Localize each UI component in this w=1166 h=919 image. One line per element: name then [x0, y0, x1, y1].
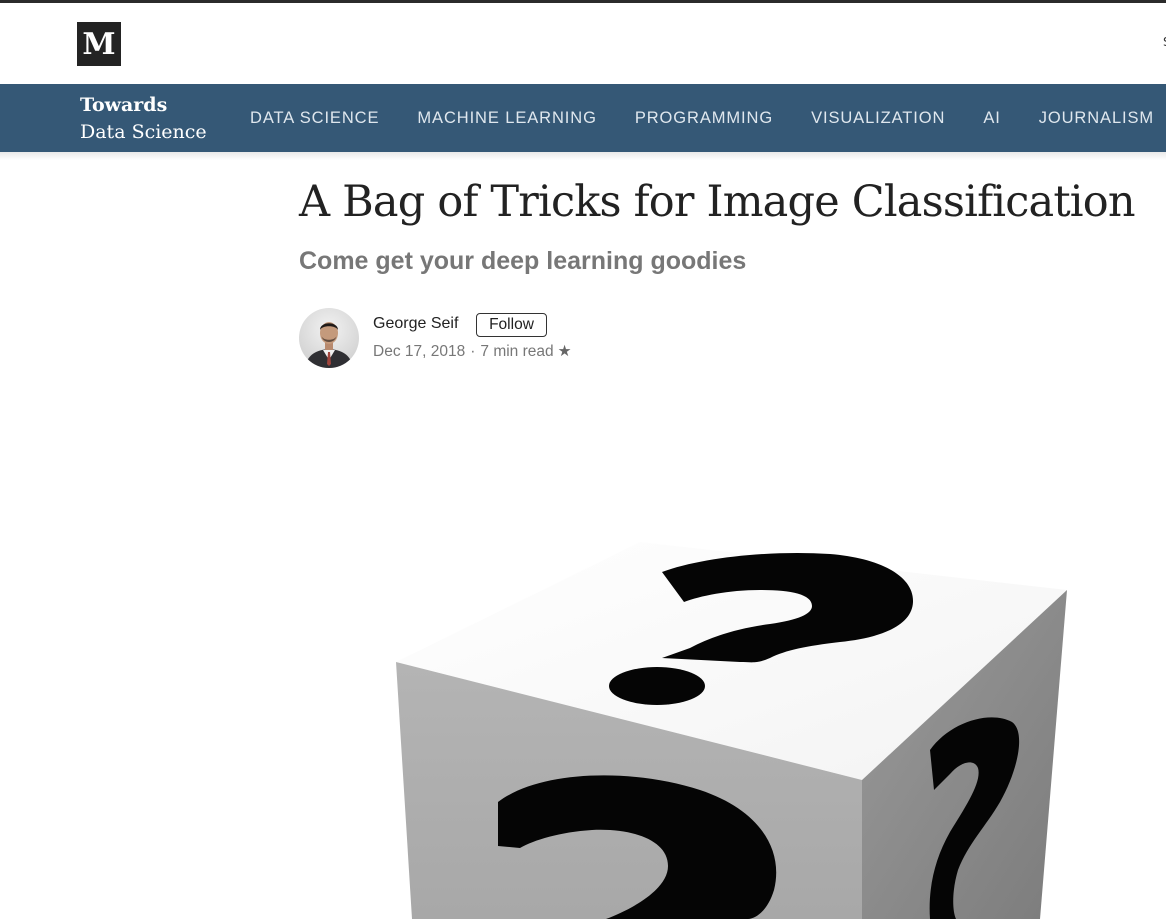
nav-item-data-science[interactable]: DATA SCIENCE	[250, 109, 379, 128]
publication-name-line2: Data Science	[80, 121, 207, 143]
publication-name-line1: Towards	[80, 94, 168, 116]
article-title: A Bag of Tricks for Image Classification	[299, 177, 1136, 227]
star-icon: ★	[557, 343, 572, 360]
publication-nav-bar: Towards Data Science DATA SCIENCE MACHIN…	[0, 84, 1166, 152]
question-mark-cube-icon	[396, 542, 1067, 919]
read-time: 7 min read	[480, 343, 554, 360]
publish-date[interactable]: Dec 17, 2018	[373, 343, 465, 360]
author-name[interactable]: George Seif	[373, 314, 458, 334]
hero-image	[0, 370, 1166, 919]
nav-item-programming[interactable]: PROGRAMMING	[635, 109, 773, 128]
follow-button[interactable]: Follow	[476, 313, 547, 337]
meta-separator: ·	[470, 343, 476, 360]
nav-item-visualization[interactable]: VISUALIZATION	[811, 109, 945, 128]
nav-item-machine-learning[interactable]: MACHINE LEARNING	[417, 109, 596, 128]
medium-logo-letter: M	[82, 26, 116, 62]
nav-item-journalism[interactable]: JOURNALISM	[1039, 109, 1154, 128]
author-avatar[interactable]	[299, 308, 359, 368]
publication-logo[interactable]: Towards Data Science	[80, 92, 207, 146]
author-photo	[299, 308, 359, 368]
article-meta: Dec 17, 2018 · 7 min read ★	[373, 342, 572, 362]
medium-logo[interactable]: M	[77, 22, 121, 66]
medium-header: M S	[0, 3, 1166, 84]
article-subtitle: Come get your deep learning goodies	[299, 247, 747, 275]
publication-nav: DATA SCIENCE MACHINE LEARNING PROGRAMMIN…	[250, 84, 1154, 152]
nav-item-ai[interactable]: AI	[983, 109, 1000, 128]
page: M S Towards Data Science DATA SCIENCE MA…	[0, 0, 1166, 919]
nav-shadow	[0, 152, 1166, 160]
